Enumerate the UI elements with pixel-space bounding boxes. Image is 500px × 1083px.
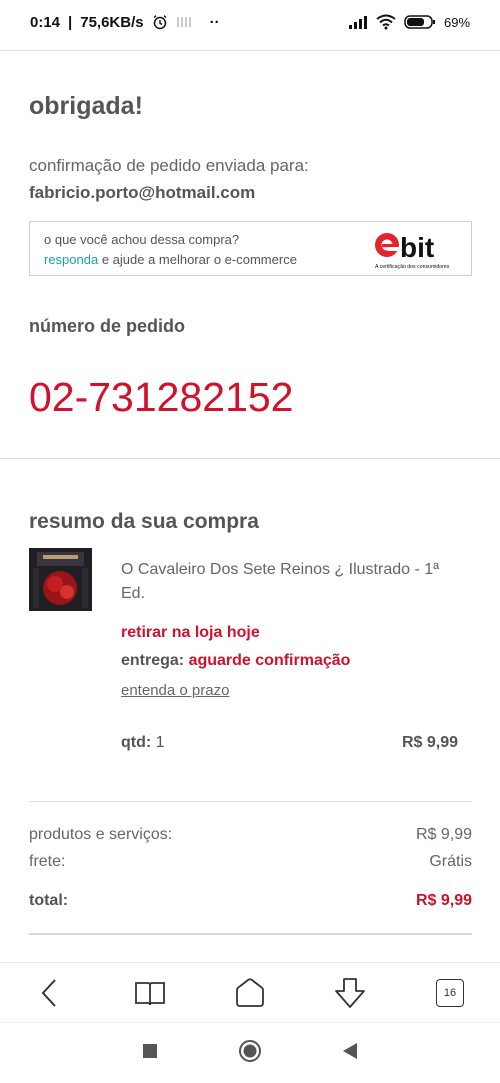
chevron-left-icon: [41, 979, 56, 1007]
understand-deadline-link[interactable]: entenda o prazo: [121, 682, 229, 699]
item-price: R$ 9,99: [401, 734, 458, 751]
product-name[interactable]: O Cavaleiro Dos Sete Reinos ¿ Ilustrado …: [121, 558, 461, 606]
summary-divider: [29, 801, 472, 802]
quantity: qtd: 1: [121, 734, 165, 752]
products-row: produtos e serviços: R$ 9,99: [29, 826, 472, 844]
nfc-icon: [176, 15, 192, 29]
total-row: total: R$ 9,99: [29, 892, 472, 910]
delivery-value: aguarde confirmação: [188, 652, 351, 669]
back-button[interactable]: [25, 971, 75, 1015]
shipping-row: frete: Grátis: [29, 853, 472, 871]
confirmation-email: fabricio.porto@hotmail.com: [29, 183, 256, 202]
order-number: 02-731282152: [29, 374, 294, 420]
ebit-survey-banner[interactable]: o que você achou dessa compra? responda …: [29, 221, 472, 276]
battery-percent: 69%: [443, 14, 470, 30]
order-number-label: número de pedido: [29, 316, 186, 336]
pickup-option: retirar na loja hoje: [121, 624, 260, 641]
battery-icon: [404, 14, 436, 30]
status-net-speed: 75,6KB/s: [80, 13, 144, 31]
summary-title: resumo da sua compra: [29, 510, 259, 533]
browser-nav-bar: 16: [0, 962, 500, 1023]
download-icon: [335, 978, 365, 1008]
quantity-value: 1: [155, 734, 165, 751]
confirmation-sent-label: confirmação de pedido enviada para:: [29, 156, 309, 175]
tabs-button[interactable]: 16: [425, 971, 475, 1015]
product-thumbnail[interactable]: [29, 548, 92, 611]
ebit-logo: bit A certificação dos consumidores: [373, 226, 457, 272]
system-nav-bar: [0, 1022, 500, 1083]
total-label: total:: [29, 892, 69, 909]
wifi-icon: [376, 14, 396, 30]
status-bar: 0:14 | 75,6KB/s ·· 69%: [30, 13, 470, 31]
signal-icon: [348, 15, 368, 29]
shipping-label: frete:: [29, 853, 66, 870]
recents-button[interactable]: [142, 1043, 158, 1064]
total-value: R$ 9,99: [415, 892, 472, 909]
alarm-icon: [152, 14, 168, 30]
totals-divider: [29, 933, 472, 935]
delivery-label: entrega:: [121, 652, 185, 669]
circle-icon: [239, 1039, 261, 1062]
book-icon: [135, 982, 165, 1006]
page-title: obrigada!: [29, 92, 143, 120]
square-icon: [143, 1043, 157, 1058]
system-back-button[interactable]: [342, 1042, 358, 1065]
home-button[interactable]: [225, 971, 275, 1015]
home-icon: [236, 978, 264, 1007]
shipping-value: Grátis: [429, 853, 472, 870]
top-divider: [0, 50, 500, 51]
delivery-status: entrega: aguarde confirmação: [121, 652, 350, 670]
status-time: 0:14: [30, 13, 61, 31]
section-divider: [0, 458, 500, 459]
triangle-back-icon: [343, 1042, 357, 1059]
ebit-question: o que você achou dessa compra?: [44, 232, 240, 247]
tab-count: 16: [436, 979, 464, 1007]
download-button[interactable]: [325, 971, 375, 1015]
products-label: produtos e serviços:: [29, 826, 173, 843]
status-dots: ··: [209, 13, 220, 31]
svg-text:bit: bit: [400, 232, 434, 263]
bookmarks-button[interactable]: [125, 971, 175, 1015]
quantity-label: qtd:: [121, 734, 152, 751]
ebit-respond-link[interactable]: responda: [44, 252, 98, 267]
svg-text:A certificação dos consumidore: A certificação dos consumidores: [375, 264, 450, 270]
system-home-button[interactable]: [238, 1039, 262, 1068]
ebit-prompt: responda e ajude a melhorar o e-commerce: [44, 252, 297, 267]
products-value: R$ 9,99: [415, 826, 472, 843]
